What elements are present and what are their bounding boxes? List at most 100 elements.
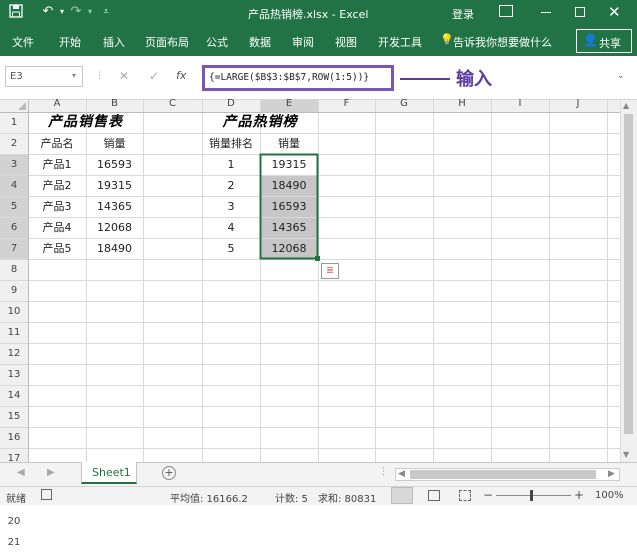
t1-sales-cell[interactable]: 12068 bbox=[86, 217, 143, 238]
vscroll-thumb[interactable] bbox=[624, 114, 633, 434]
login-link[interactable]: 登录 bbox=[452, 6, 474, 22]
row-header-10[interactable]: 10 bbox=[0, 301, 28, 322]
t1-sales-cell[interactable]: 18490 bbox=[86, 238, 143, 259]
minimize-icon[interactable] bbox=[541, 12, 551, 13]
row-header-14[interactable]: 14 bbox=[0, 385, 28, 406]
tell-me-search[interactable]: 告诉我你想要做什么 bbox=[453, 34, 552, 50]
scroll-right-icon[interactable]: ▶ bbox=[47, 467, 55, 478]
row-header-9[interactable]: 9 bbox=[0, 280, 28, 301]
tab-file[interactable]: 文件 bbox=[12, 34, 34, 50]
zoom-out-icon[interactable]: − bbox=[483, 488, 493, 502]
column-header-b[interactable]: B bbox=[86, 96, 143, 112]
vscroll-up-icon[interactable]: ▲ bbox=[623, 101, 629, 110]
table2-title[interactable]: 产品热销榜 bbox=[202, 112, 318, 133]
zoom-slider-thumb[interactable] bbox=[530, 490, 533, 501]
hscroll-left-icon[interactable]: ◀ bbox=[398, 469, 405, 479]
scroll-left-icon[interactable]: ◀ bbox=[17, 467, 25, 478]
t2-sales-cell[interactable]: 12068 bbox=[260, 238, 318, 259]
hscroll-right-icon[interactable]: ▶ bbox=[608, 469, 615, 479]
column-header-h[interactable]: H bbox=[433, 96, 491, 112]
tab-page-layout[interactable]: 页面布局 bbox=[145, 34, 189, 50]
row-header-11[interactable]: 11 bbox=[0, 322, 28, 343]
column-header-e[interactable]: E bbox=[260, 96, 318, 112]
zoom-slider[interactable] bbox=[496, 490, 571, 501]
maximize-icon[interactable] bbox=[575, 7, 585, 17]
t2-rank-cell[interactable]: 3 bbox=[202, 196, 260, 217]
macro-record-icon[interactable] bbox=[41, 489, 52, 500]
quick-analysis-icon[interactable]: ≣ bbox=[321, 263, 339, 279]
row-header-6[interactable]: 6 bbox=[0, 217, 28, 238]
tab-review[interactable]: 审阅 bbox=[292, 34, 314, 50]
column-header-a[interactable]: A bbox=[28, 96, 86, 112]
ribbon-display-icon[interactable] bbox=[499, 5, 513, 17]
column-header-i[interactable]: I bbox=[491, 96, 549, 112]
t2-header-sales[interactable]: 销量 bbox=[260, 133, 318, 154]
save-icon[interactable] bbox=[8, 4, 24, 20]
tab-view[interactable]: 视图 bbox=[335, 34, 357, 50]
column-header-g[interactable]: G bbox=[375, 96, 433, 112]
row-header-20[interactable]: 20 bbox=[0, 511, 28, 532]
row-header-13[interactable]: 13 bbox=[0, 364, 28, 385]
row-header-12[interactable]: 12 bbox=[0, 343, 28, 364]
column-header-j[interactable]: J bbox=[549, 96, 607, 112]
t1-header-sales[interactable]: 销量 bbox=[86, 133, 143, 154]
t2-sales-cell[interactable]: 16593 bbox=[260, 196, 318, 217]
split-handle-icon[interactable]: ⋮ bbox=[379, 467, 388, 477]
zoom-in-icon[interactable]: + bbox=[574, 488, 584, 502]
tab-formulas[interactable]: 公式 bbox=[206, 34, 228, 50]
t2-rank-cell[interactable]: 5 bbox=[202, 238, 260, 259]
t1-sales-cell[interactable]: 19315 bbox=[86, 175, 143, 196]
table1-title[interactable]: 产品销售表 bbox=[28, 112, 143, 133]
row-header-5[interactable]: 5 bbox=[0, 196, 28, 217]
t1-product-cell[interactable]: 产品3 bbox=[28, 196, 86, 217]
t2-rank-cell[interactable]: 1 bbox=[202, 154, 260, 175]
fx-icon[interactable]: fx bbox=[176, 69, 186, 82]
normal-view-icon[interactable] bbox=[391, 487, 413, 504]
row-header-21[interactable]: 21 bbox=[0, 532, 28, 553]
t2-rank-cell[interactable]: 2 bbox=[202, 175, 260, 196]
page-layout-view-icon[interactable] bbox=[428, 490, 440, 501]
column-header-d[interactable]: D bbox=[202, 96, 260, 112]
t1-sales-cell[interactable]: 16593 bbox=[86, 154, 143, 175]
t1-sales-cell[interactable]: 14365 bbox=[86, 196, 143, 217]
tab-developer[interactable]: 开发工具 bbox=[378, 34, 422, 50]
row-header-4[interactable]: 4 bbox=[0, 175, 28, 196]
t2-sales-cell[interactable]: 19315 bbox=[260, 154, 318, 175]
t2-sales-cell[interactable]: 18490 bbox=[260, 175, 318, 196]
name-box-dropdown-icon[interactable]: ▾ bbox=[72, 71, 76, 80]
name-box[interactable]: E3 ▾ bbox=[5, 66, 83, 87]
vscroll-down-icon[interactable]: ▼ bbox=[623, 450, 629, 459]
tab-data[interactable]: 数据 bbox=[249, 34, 271, 50]
formula-input[interactable]: {=LARGE($B$3:$B$7,ROW(1:5))} bbox=[202, 65, 394, 91]
enter-icon[interactable]: ✓ bbox=[149, 69, 159, 83]
tab-home[interactable]: 开始 bbox=[59, 34, 81, 50]
t1-product-cell[interactable]: 产品1 bbox=[28, 154, 86, 175]
row-header-7[interactable]: 7 bbox=[0, 238, 28, 259]
tab-insert[interactable]: 插入 bbox=[103, 34, 125, 50]
t2-header-rank[interactable]: 销量排名 bbox=[202, 133, 260, 154]
new-sheet-icon[interactable]: + bbox=[162, 466, 176, 480]
t2-rank-cell[interactable]: 4 bbox=[202, 217, 260, 238]
column-header-f[interactable]: F bbox=[318, 96, 375, 112]
row-header-15[interactable]: 15 bbox=[0, 406, 28, 427]
row-header-1[interactable]: 1 bbox=[0, 112, 28, 133]
redo-dropdown-icon[interactable]: ▾ bbox=[82, 4, 98, 20]
horizontal-scrollbar[interactable]: ◀ ▶ bbox=[395, 468, 620, 481]
worksheet-grid[interactable]: ABCDEFGHIJ123456789101112131415161718192… bbox=[0, 98, 637, 548]
expand-formula-icon[interactable]: ⌄ bbox=[617, 71, 625, 81]
customize-toolbar-icon[interactable]: ⩡ bbox=[98, 4, 114, 20]
t1-product-cell[interactable]: 产品2 bbox=[28, 175, 86, 196]
row-header-16[interactable]: 16 bbox=[0, 427, 28, 448]
t2-sales-cell[interactable]: 14365 bbox=[260, 217, 318, 238]
t1-header-product[interactable]: 产品名 bbox=[28, 133, 86, 154]
row-header-3[interactable]: 3 bbox=[0, 154, 28, 175]
zoom-level[interactable]: 100% bbox=[595, 490, 624, 501]
column-header-c[interactable]: C bbox=[143, 96, 202, 112]
t1-product-cell[interactable]: 产品4 bbox=[28, 217, 86, 238]
t1-product-cell[interactable]: 产品5 bbox=[28, 238, 86, 259]
row-header-2[interactable]: 2 bbox=[0, 133, 28, 154]
page-break-view-icon[interactable] bbox=[459, 490, 471, 501]
cancel-icon[interactable]: ✕ bbox=[119, 69, 129, 83]
close-icon[interactable]: ✕ bbox=[608, 3, 621, 21]
hscroll-thumb[interactable] bbox=[410, 470, 596, 479]
